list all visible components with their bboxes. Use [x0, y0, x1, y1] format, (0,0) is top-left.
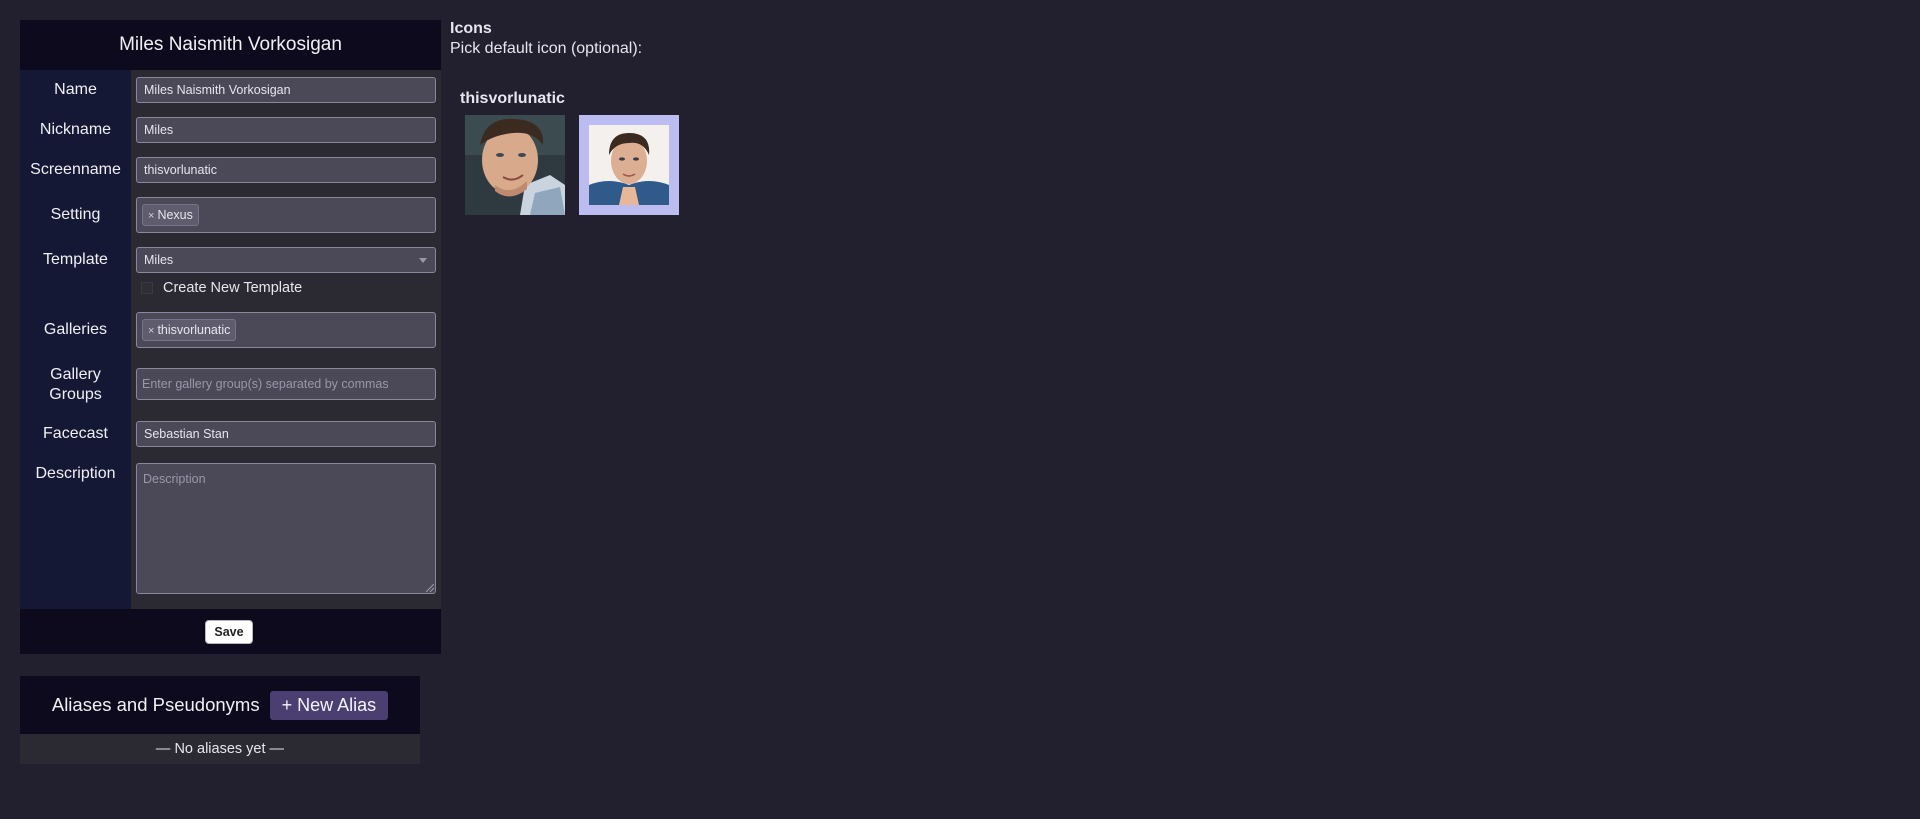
galleries-select[interactable]: × thisvorlunatic — [136, 312, 436, 348]
setting-tag-label: Nexus — [157, 208, 193, 222]
icon-option-selected[interactable] — [579, 115, 679, 215]
character-form: Miles Naismith Vorkosigan Name Miles Nai… — [20, 20, 441, 654]
description-textarea[interactable]: Description — [136, 463, 436, 594]
name-input[interactable]: Miles Naismith Vorkosigan — [136, 77, 436, 103]
screenname-label: Screenname — [20, 150, 131, 190]
nickname-row: Nickname Miles — [20, 110, 441, 150]
new-alias-button[interactable]: + New Alias — [269, 690, 389, 720]
portrait-icon — [465, 115, 565, 215]
form-footer: Save — [20, 609, 441, 654]
gallery-groups-input[interactable]: Enter gallery group(s) separated by comm… — [136, 368, 436, 400]
gallery-heading: thisvorlunatic — [460, 90, 565, 107]
facecast-label: Facecast — [20, 417, 131, 457]
setting-tag: × Nexus — [142, 204, 199, 226]
icons-heading: Icons — [450, 20, 492, 37]
save-button[interactable]: Save — [205, 620, 253, 644]
template-row: Template Miles Create New Template — [20, 240, 441, 305]
no-aliases-text: — No aliases yet — — [20, 734, 420, 764]
portrait-icon — [589, 125, 669, 205]
description-row: Description Description — [20, 457, 441, 609]
facecast-input[interactable]: Sebastian Stan — [136, 421, 436, 447]
screenname-row: Screenname thisvorlunatic — [20, 150, 441, 190]
nickname-label: Nickname — [20, 110, 131, 150]
create-template-label[interactable]: Create New Template — [163, 280, 302, 296]
create-template-checkbox[interactable] — [141, 282, 153, 294]
gallery-groups-label: Gallery Groups — [20, 355, 131, 417]
icon-option[interactable] — [465, 115, 565, 215]
aliases-title: Aliases and Pseudonyms — [51, 694, 260, 715]
name-label: Name — [20, 70, 131, 110]
aliases-panel: Aliases and Pseudonyms + New Alias — No … — [20, 676, 420, 764]
remove-tag-icon[interactable]: × — [148, 325, 154, 337]
character-title: Miles Naismith Vorkosigan — [20, 20, 441, 70]
dropdown-arrow-icon — [419, 258, 427, 263]
description-placeholder: Description — [143, 472, 206, 486]
setting-label: Setting — [20, 190, 131, 240]
galleries-label: Galleries — [20, 305, 131, 355]
setting-select[interactable]: × Nexus — [136, 197, 436, 233]
name-row: Name Miles Naismith Vorkosigan — [20, 70, 441, 110]
template-label: Template — [20, 240, 131, 305]
screenname-input[interactable]: thisvorlunatic — [136, 157, 436, 183]
description-label: Description — [20, 457, 131, 609]
remove-tag-icon[interactable]: × — [148, 210, 154, 222]
template-value: Miles — [144, 253, 174, 267]
template-select[interactable]: Miles — [136, 247, 436, 273]
nickname-input[interactable]: Miles — [136, 117, 436, 143]
gallery-groups-row: Gallery Groups Enter gallery group(s) se… — [20, 355, 441, 417]
setting-row: Setting × Nexus — [20, 190, 441, 240]
galleries-row: Galleries × thisvorlunatic — [20, 305, 441, 355]
icons-instructions: Pick default icon (optional): — [450, 40, 643, 57]
gallery-tag: × thisvorlunatic — [142, 319, 237, 341]
facecast-row: Facecast Sebastian Stan — [20, 417, 441, 457]
gallery-tag-label: thisvorlunatic — [157, 323, 231, 337]
resize-handle-icon[interactable] — [426, 584, 434, 592]
